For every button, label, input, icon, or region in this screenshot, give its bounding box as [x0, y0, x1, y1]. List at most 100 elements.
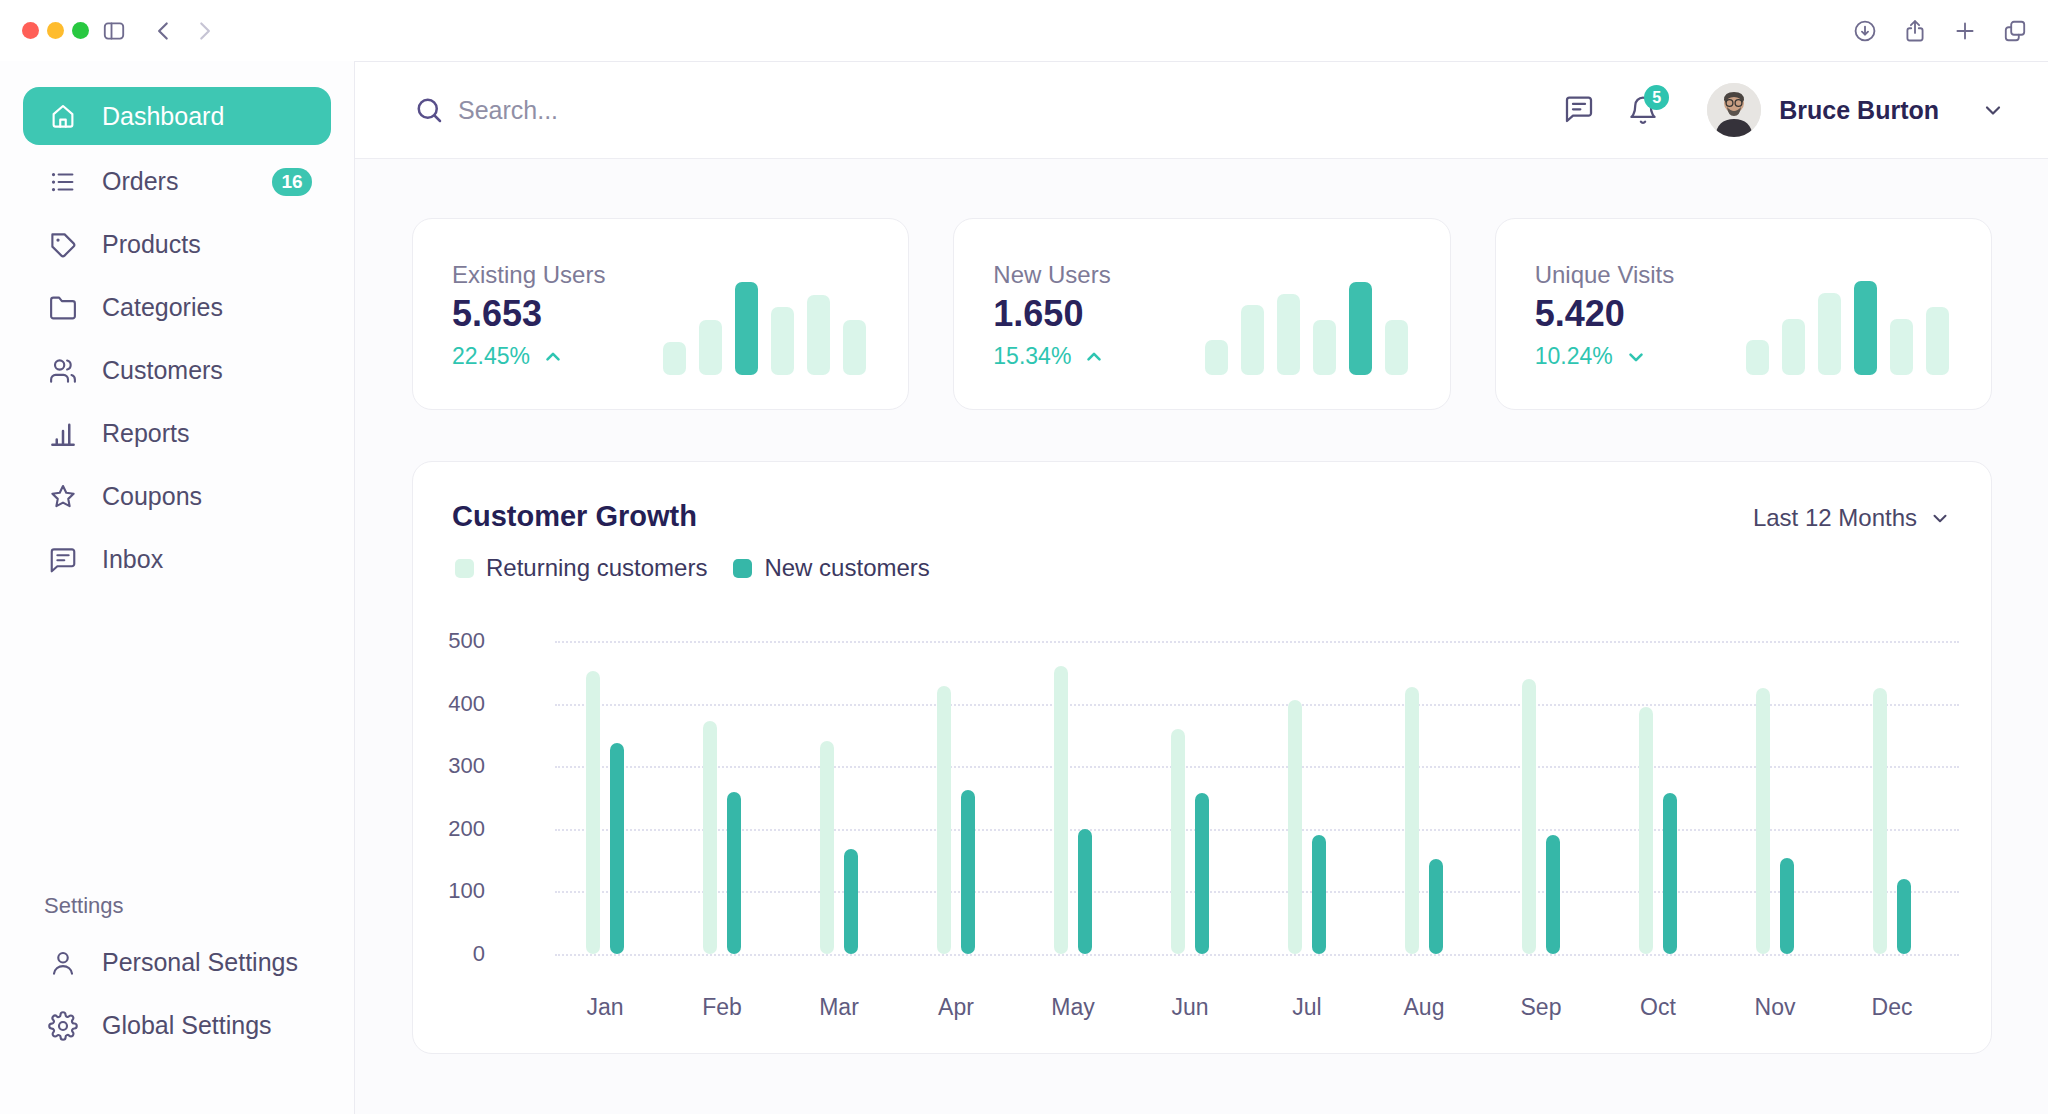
zoom-button[interactable]	[72, 22, 89, 39]
sidebar-nav: Dashboard Orders16ProductsCategoriesCusto…	[0, 87, 354, 591]
legend-item-returning-customers[interactable]: Returning customers	[455, 554, 707, 582]
spark-bar	[699, 320, 722, 375]
stat-change: 22.45%	[452, 343, 564, 370]
home-icon	[48, 101, 78, 131]
spark-bar	[663, 342, 686, 375]
spark-bar	[1818, 293, 1841, 375]
y-axis-label: 300	[413, 753, 485, 779]
y-axis-label: 100	[413, 878, 485, 904]
settings-section-label: Settings	[0, 893, 354, 919]
returning-customers-bar	[586, 671, 600, 954]
download-icon[interactable]	[1848, 14, 1882, 48]
stat-title: Existing Users	[452, 261, 605, 289]
x-axis-label: Jul	[1262, 994, 1352, 1021]
user-name[interactable]: Bruce Burton	[1779, 96, 1939, 125]
minimize-button[interactable]	[47, 22, 64, 39]
close-button[interactable]	[22, 22, 39, 39]
users-icon	[48, 356, 78, 386]
returning-customers-bar	[1171, 729, 1185, 954]
chevron-down-icon	[1929, 507, 1951, 529]
spark-bar	[1890, 319, 1913, 375]
stat-value: 5.653	[452, 293, 542, 335]
user-icon	[48, 948, 78, 978]
new-customers-bar	[1897, 879, 1911, 954]
returning-customers-bar	[703, 721, 717, 954]
spark-bar	[1746, 340, 1769, 375]
sidebar-item-coupons[interactable]: Coupons	[23, 465, 331, 528]
back-icon[interactable]	[147, 14, 181, 48]
stat-change: 10.24%	[1535, 343, 1647, 370]
main-area: 5 Bruce Burton Exis	[355, 61, 2048, 1114]
x-axis-label: Nov	[1730, 994, 1820, 1021]
x-axis-label: Jan	[560, 994, 650, 1021]
new-customers-bar	[961, 790, 975, 954]
new-customers-bar	[727, 792, 741, 954]
forward-icon[interactable]	[187, 14, 221, 48]
bar-chart-icon	[48, 419, 78, 449]
sidebar-item-dashboard[interactable]: Dashboard	[23, 87, 331, 145]
chart-title: Customer Growth	[452, 500, 697, 533]
sidebar-toggle-icon[interactable]	[97, 14, 131, 48]
period-selector[interactable]: Last 12 Months	[1753, 504, 1951, 532]
sidebar-item-reports[interactable]: Reports	[23, 402, 331, 465]
dashboard-content: Existing Users5.65322.45%New Users1.6501…	[355, 159, 2048, 1054]
tabs-icon[interactable]	[1998, 14, 2032, 48]
new-customers-bar	[1078, 829, 1092, 954]
new-customers-bar	[1780, 858, 1794, 954]
sidebar-item-label: Orders	[102, 167, 178, 196]
gridline	[555, 641, 1959, 643]
share-icon[interactable]	[1898, 14, 1932, 48]
user-menu-chevron-icon[interactable]	[1981, 98, 2005, 122]
sidebar-item-customers[interactable]: Customers	[23, 339, 331, 402]
sidebar-item-categories[interactable]: Categories	[23, 276, 331, 339]
new-customers-bar	[1312, 835, 1326, 954]
gridline	[555, 891, 1959, 893]
trend-up-icon	[542, 346, 564, 368]
legend-swatch	[455, 559, 474, 578]
gridline	[555, 954, 1959, 956]
new-tab-icon[interactable]	[1948, 14, 1982, 48]
sidebar-item-label: Personal Settings	[102, 948, 298, 977]
new-customers-bar	[844, 849, 858, 954]
x-axis-label: Dec	[1847, 994, 1937, 1021]
spark-bar	[807, 295, 830, 375]
legend-item-new-customers[interactable]: New customers	[733, 554, 929, 582]
sidebar-item-personal-settings[interactable]: Personal Settings	[23, 931, 331, 994]
spark-bar	[1313, 320, 1336, 375]
stat-cards-row: Existing Users5.65322.45%New Users1.6501…	[412, 218, 1992, 410]
returning-customers-bar	[1054, 666, 1068, 954]
spark-bar	[771, 307, 794, 375]
sidebar-item-orders[interactable]: Orders16	[23, 150, 331, 213]
y-axis-label: 400	[413, 691, 485, 717]
returning-customers-bar	[1873, 688, 1887, 954]
topbar: 5 Bruce Burton	[355, 62, 2048, 159]
x-axis-label: Sep	[1496, 994, 1586, 1021]
new-customers-bar	[1663, 793, 1677, 954]
search-icon	[414, 95, 444, 125]
returning-customers-bar	[1405, 687, 1419, 954]
sidebar-item-products[interactable]: Products	[23, 213, 331, 276]
sparkline	[1205, 282, 1408, 375]
sidebar-item-global-settings[interactable]: Global Settings	[23, 994, 331, 1057]
legend-label: New customers	[764, 554, 929, 582]
new-customers-bar	[1195, 793, 1209, 954]
gridline	[555, 829, 1959, 831]
x-axis-label: Jun	[1145, 994, 1235, 1021]
avatar[interactable]	[1707, 83, 1761, 137]
sparkline	[663, 282, 866, 375]
spark-bar	[1277, 294, 1300, 375]
sidebar-item-inbox[interactable]: Inbox	[23, 528, 331, 591]
returning-customers-bar	[820, 741, 834, 954]
spark-bar	[843, 320, 866, 375]
search-input[interactable]	[458, 96, 1058, 125]
messages-icon[interactable]	[1563, 93, 1597, 127]
trend-down-icon	[1625, 346, 1647, 368]
spark-bar	[1349, 282, 1372, 375]
chart-plot: 0100200300400500JanFebMarAprMayJunJulAug…	[413, 622, 1991, 1042]
spark-bar	[1782, 319, 1805, 375]
sidebar-item-label: Dashboard	[102, 102, 224, 131]
list-icon	[48, 167, 78, 197]
x-axis-label: Oct	[1613, 994, 1703, 1021]
sidebar: Dashboard Orders16ProductsCategoriesCusto…	[0, 61, 355, 1114]
tag-icon	[48, 230, 78, 260]
